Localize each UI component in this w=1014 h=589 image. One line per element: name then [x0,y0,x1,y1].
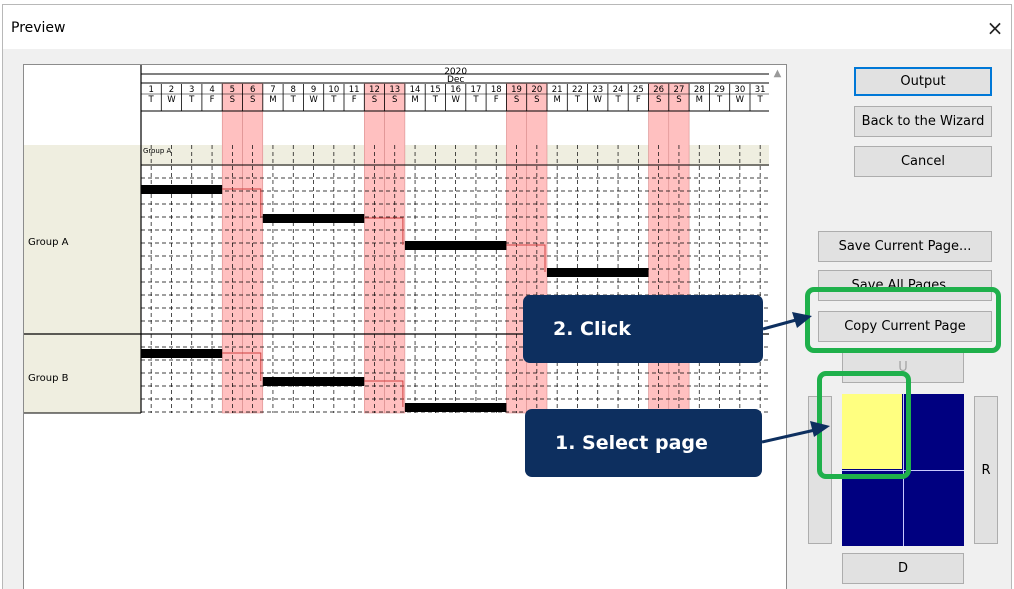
weekday-label: F [636,95,641,105]
output-button[interactable]: Output [854,67,992,96]
day-label: 14 [410,85,421,95]
weekday-label: T [614,95,621,105]
day-label: 13 [389,85,400,95]
day-label: 11 [349,85,360,95]
weekday-label: S [250,95,255,105]
weekday-label: F [210,95,215,105]
window-title: Preview [11,20,66,36]
weekday-label: W [736,95,745,105]
day-label: 15 [430,85,441,95]
day-label: 20 [531,85,542,95]
weekday-label: W [451,95,460,105]
back-to-wizard-button[interactable]: Back to the Wizard [854,106,992,137]
weekday-label: F [494,95,499,105]
weekday-label: S [230,95,235,105]
day-label: 25 [633,85,644,95]
day-label: 6 [250,85,255,95]
weekday-label: T [330,95,337,105]
weekday-label: M [696,95,703,105]
task-bar [262,214,365,223]
day-label: 7 [270,85,275,95]
group-b-label: Group B [28,373,69,384]
task-bar [404,403,507,412]
chart-group-header-label: Group A [143,147,172,155]
weekday-label: S [656,95,661,105]
month-label: Dec [447,75,464,85]
weekday-label: S [372,95,377,105]
weekday-label: T [757,95,764,105]
weekday-label: S [392,95,397,105]
day-label: 23 [592,85,603,95]
weekday-label: T [290,95,297,105]
save-current-page-button[interactable]: Save Current Page... [818,231,992,262]
day-label: 10 [328,85,339,95]
day-label: 30 [734,85,745,95]
weekday-label: W [309,95,318,105]
weekday-label: S [676,95,681,105]
day-label: 18 [491,85,502,95]
weekday-label: W [167,95,176,105]
day-label: 21 [552,85,563,95]
weekday-label: T [188,95,195,105]
day-label: 22 [572,85,583,95]
task-bar [141,185,223,194]
day-label: 8 [291,85,296,95]
task-bar [141,349,223,358]
day-label: 27 [674,85,685,95]
day-label: 4 [209,85,214,95]
day-label: 12 [369,85,380,95]
day-label: 5 [230,85,235,95]
scroll-up-icon[interactable]: ▲ [769,65,786,82]
day-label: 9 [311,85,316,95]
day-label: 3 [189,85,194,95]
day-label: 24 [613,85,624,95]
weekday-label: S [534,95,539,105]
page-cell-bottom-left[interactable] [842,471,902,546]
day-label: 31 [755,85,766,95]
weekday-label: T [574,95,581,105]
day-label: 29 [714,85,725,95]
day-label: 19 [511,85,522,95]
callout-click: 2. Click [523,295,763,363]
copy-button-highlight [805,287,1001,353]
weekday-label: T [472,95,479,105]
group-a-label: Group A [28,237,69,248]
close-icon[interactable]: × [979,15,1011,43]
page-down-button[interactable]: D [842,553,964,584]
day-label: 2 [169,85,174,95]
weekday-label: W [594,95,603,105]
day-label: 26 [653,85,664,95]
weekday-label: T [432,95,439,105]
weekday-label: M [269,95,276,105]
page-selection-highlight [817,371,911,479]
page-right-button[interactable]: R [974,396,998,544]
title-bar: Preview × [3,5,1011,49]
cancel-button[interactable]: Cancel [854,146,992,177]
day-label: 1 [148,85,153,95]
task-bar [404,241,507,250]
weekday-label: T [148,95,155,105]
weekday-label: M [411,95,418,105]
weekday-label: F [352,95,357,105]
weekday-label: M [553,95,560,105]
vertical-scrollbar[interactable]: ▲ [769,65,786,589]
day-label: 17 [471,85,482,95]
weekday-label: T [716,95,723,105]
day-label: 16 [450,85,461,95]
weekday-label: S [514,95,519,105]
task-bar [262,377,365,386]
task-bar [547,268,649,277]
page-cell-top-right[interactable] [904,394,964,469]
page-cell-bottom-right[interactable] [904,471,964,546]
callout-select-page: 1. Select page [525,409,762,477]
day-label: 28 [694,85,705,95]
